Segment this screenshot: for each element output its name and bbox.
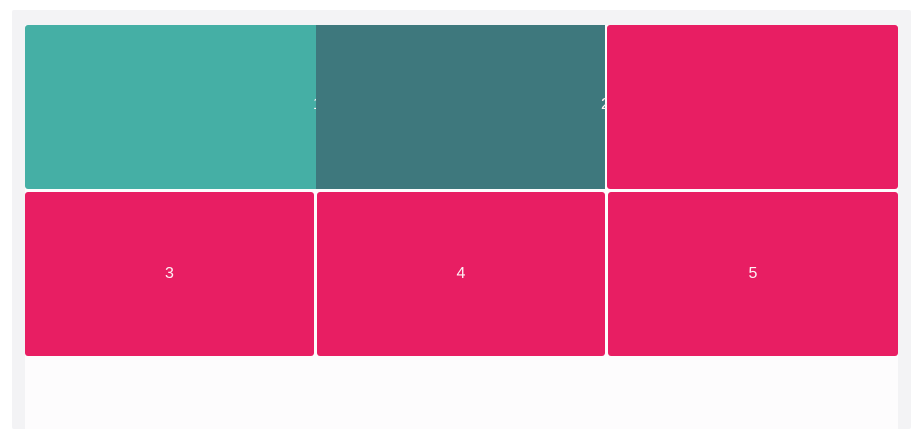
grid-item-2[interactable]: 2 — [316, 25, 610, 189]
grid-item-3[interactable]: 3 — [25, 192, 314, 356]
grid-container: 1 2 3 4 5 — [25, 25, 898, 429]
grid-item-5-label: 5 — [748, 265, 758, 282]
grid-item-top-right[interactable] — [607, 25, 898, 189]
grid-item-4[interactable]: 4 — [317, 192, 605, 356]
grid-item-5[interactable]: 5 — [608, 192, 898, 356]
grid-item-4-label: 4 — [456, 265, 466, 282]
grid-item-3-label: 3 — [165, 265, 174, 282]
